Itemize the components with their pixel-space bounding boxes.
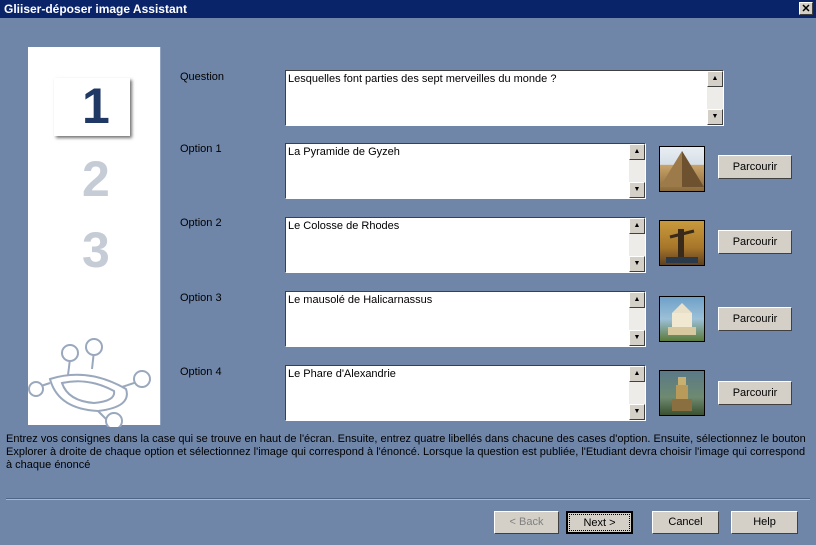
question-scrollbar[interactable]: ▲ ▼: [707, 71, 723, 125]
option-4-browse-button[interactable]: Parcourir: [718, 381, 792, 405]
scroll-down-icon[interactable]: ▼: [707, 109, 723, 125]
question-input[interactable]: Lesquelles font parties des sept merveil…: [285, 70, 724, 126]
help-button[interactable]: Help: [731, 511, 798, 534]
option-4-label: Option 4: [180, 366, 222, 378]
option-1-scrollbar[interactable]: ▲ ▼: [629, 144, 645, 198]
form-panel: Question Lesquelles font parties des sep…: [160, 47, 797, 425]
scroll-down-icon[interactable]: ▼: [629, 256, 645, 272]
option-1-image: [659, 146, 705, 192]
option-4-image: [659, 370, 705, 416]
option-1-input[interactable]: La Pyramide de Gyzeh ▲ ▼: [285, 143, 646, 199]
mausoleum-icon: [668, 303, 696, 335]
next-button[interactable]: Next >: [566, 511, 633, 534]
window-title: Gliiser-déposer image Assistant: [4, 2, 187, 16]
option-4-scrollbar[interactable]: ▲ ▼: [629, 366, 645, 420]
option-3-browse-button[interactable]: Parcourir: [718, 307, 792, 331]
option-2-scrollbar[interactable]: ▲ ▼: [629, 218, 645, 272]
scroll-up-icon[interactable]: ▲: [629, 366, 645, 382]
option-4-text: Le Phare d'Alexandrie: [288, 368, 396, 380]
title-bar[interactable]: Gliiser-déposer image Assistant ✕: [0, 0, 816, 18]
question-label: Question: [180, 71, 225, 83]
option-1-text: La Pyramide de Gyzeh: [288, 146, 400, 158]
pyramid-icon: [660, 151, 704, 187]
option-3-scrollbar[interactable]: ▲ ▼: [629, 292, 645, 346]
back-button[interactable]: < Back: [494, 511, 559, 534]
lighthouse-icon: [672, 377, 692, 411]
scroll-up-icon[interactable]: ▲: [629, 218, 645, 234]
network-logo-icon: [28, 338, 151, 427]
option-2-label: Option 2: [180, 217, 222, 229]
option-3-input[interactable]: Le mausolé de Halicarnassus ▲ ▼: [285, 291, 646, 347]
scroll-down-icon[interactable]: ▼: [629, 404, 645, 420]
option-3-image: [659, 296, 705, 342]
option-2-browse-button[interactable]: Parcourir: [718, 230, 792, 254]
close-button[interactable]: ✕: [799, 2, 813, 15]
option-2-text: Le Colosse de Rhodes: [288, 220, 400, 232]
instructions-text: Entrez vos consignes dans la case qui se…: [6, 433, 806, 471]
scroll-down-icon[interactable]: ▼: [629, 182, 645, 198]
option-1-browse-button[interactable]: Parcourir: [718, 155, 792, 179]
option-4-input[interactable]: Le Phare d'Alexandrie ▲ ▼: [285, 365, 646, 421]
cancel-button[interactable]: Cancel: [652, 511, 719, 534]
footer-separator: [6, 498, 810, 500]
step-1-number: 1: [82, 78, 110, 134]
option-3-label: Option 3: [180, 292, 222, 304]
question-text: Lesquelles font parties des sept merveil…: [288, 73, 557, 85]
option-2-image: [659, 220, 705, 266]
option-3-text: Le mausolé de Halicarnassus: [288, 294, 433, 306]
scroll-up-icon[interactable]: ▲: [629, 292, 645, 308]
scroll-up-icon[interactable]: ▲: [629, 144, 645, 160]
scroll-down-icon[interactable]: ▼: [629, 330, 645, 346]
wizard-window: Gliiser-déposer image Assistant ✕ 1 2 3: [0, 0, 816, 545]
colossus-icon: [666, 229, 698, 263]
step-3-number: 3: [82, 222, 110, 278]
option-1-label: Option 1: [180, 143, 222, 155]
wizard-client: 1 2 3 Question Lesquelles font parties d…: [0, 18, 816, 545]
scroll-up-icon[interactable]: ▲: [707, 71, 723, 87]
step-indicator: 1 2 3: [28, 47, 160, 427]
option-2-input[interactable]: Le Colosse de Rhodes ▲ ▼: [285, 217, 646, 273]
step-2-number: 2: [82, 151, 110, 207]
